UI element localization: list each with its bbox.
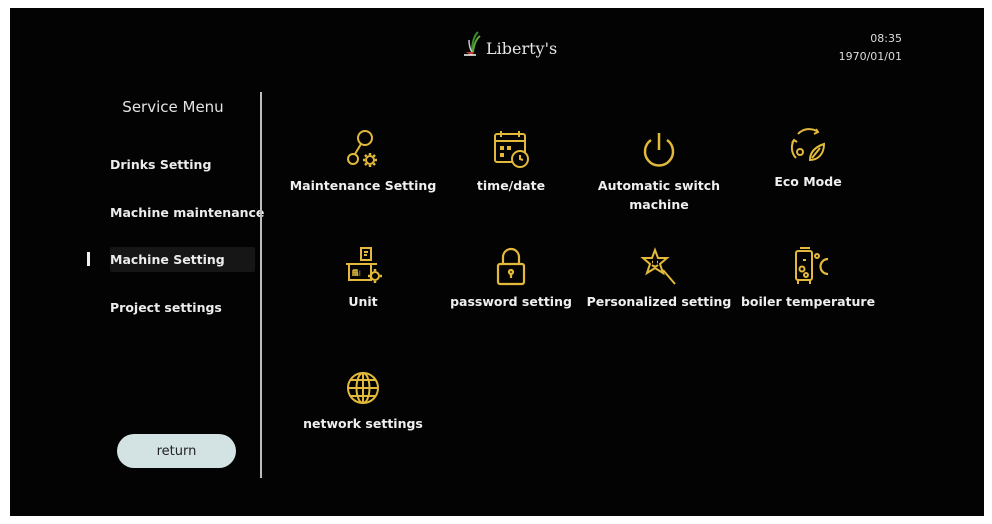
tile-personalized-setting[interactable]: Personalized setting xyxy=(579,244,739,311)
tile-label: Eco Mode xyxy=(774,174,842,189)
tile-label: Automatic switch machine xyxy=(597,178,721,212)
power-icon xyxy=(643,133,675,167)
clock: 08:35 1970/01/01 xyxy=(839,30,902,66)
tile-boiler-temperature[interactable]: boiler temperature xyxy=(728,244,888,311)
clock-time: 08:35 xyxy=(870,32,902,45)
svg-text:ml: ml xyxy=(352,270,361,278)
sidebar-item-project-settings[interactable]: Project settings xyxy=(110,300,222,315)
tile-time-date[interactable]: time/date xyxy=(431,128,591,195)
sidebar-item-machine-maintenance[interactable]: Machine maintenance xyxy=(110,205,264,220)
tile-label: password setting xyxy=(450,294,572,309)
tile-label: time/date xyxy=(476,178,546,193)
boiler-thermometer-icon xyxy=(795,247,829,284)
brand-name: Liberty's xyxy=(486,39,558,58)
tile-label: Unit xyxy=(348,294,378,309)
star-wand-icon xyxy=(640,247,676,285)
return-button[interactable]: return xyxy=(117,434,236,468)
tile-label: Personalized setting xyxy=(586,294,732,309)
clock-date: 1970/01/01 xyxy=(838,50,902,63)
tile-label: network settings xyxy=(303,416,423,431)
sidebar-item-drinks-setting[interactable]: Drinks Setting xyxy=(110,157,211,172)
tile-label: boiler temperature xyxy=(740,294,876,309)
lock-icon xyxy=(496,247,526,286)
sidebar-item-machine-setting[interactable]: Machine Setting xyxy=(110,247,255,272)
tile-eco-mode[interactable]: Eco Mode xyxy=(728,124,888,191)
globe-icon xyxy=(347,372,379,404)
tile-automatic-switch-machine[interactable]: Automatic switch machine xyxy=(579,128,739,214)
tile-password-setting[interactable]: password setting xyxy=(431,244,591,311)
calendar-clock-icon xyxy=(494,131,529,168)
tile-network-settings[interactable]: network settings xyxy=(283,366,443,433)
maintenance-gear-icon xyxy=(347,130,377,167)
brand-logo: Liberty's xyxy=(460,30,557,60)
tile-maintenance-setting[interactable]: Maintenance Setting xyxy=(283,128,443,195)
sidebar-title: Service Menu xyxy=(122,98,224,116)
unit-scale-icon: ml xyxy=(346,247,382,283)
laurel-logo-icon xyxy=(464,31,481,56)
tile-label: Maintenance Setting xyxy=(289,178,437,193)
sidebar-divider xyxy=(260,92,262,478)
eco-leaf-icon xyxy=(790,128,826,162)
tile-unit[interactable]: ml Unit xyxy=(283,244,443,311)
active-indicator xyxy=(87,252,90,266)
